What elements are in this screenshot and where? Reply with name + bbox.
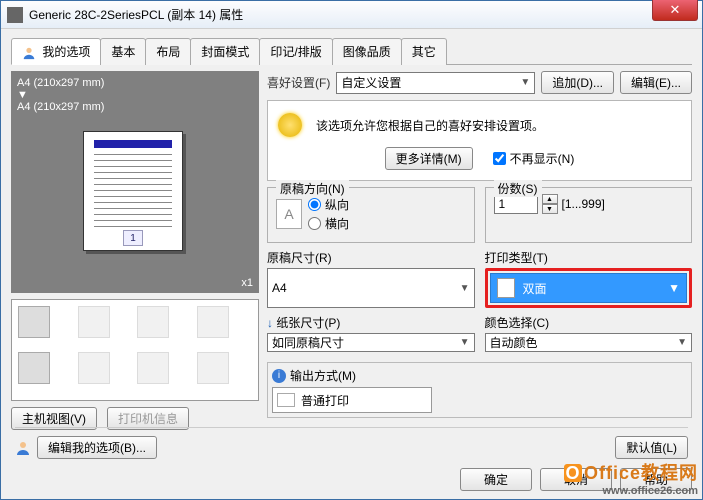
orientation-icon: A bbox=[276, 199, 302, 229]
feature-icon[interactable] bbox=[18, 352, 50, 384]
add-button[interactable]: 追加(D)... bbox=[541, 71, 614, 94]
landscape-radio[interactable]: 横向 bbox=[308, 215, 349, 232]
orientation-label: 原稿方向(N) bbox=[276, 180, 349, 197]
tab-image-quality[interactable]: 图像品质 bbox=[332, 38, 402, 65]
chevron-down-icon: ▼ bbox=[460, 283, 470, 294]
tip-text: 该选项允许您根据自己的喜好安排设置项。 bbox=[316, 117, 544, 134]
tab-bar: 我的选项 基本 布局 封面模式 印记/排版 图像品质 其它 bbox=[11, 37, 692, 65]
feature-icon-panel bbox=[11, 299, 259, 401]
dont-show-checkbox[interactable]: 不再显示(N) bbox=[493, 150, 575, 167]
copies-label: 份数(S) bbox=[494, 180, 542, 197]
settings-column: 喜好设置(F) 自定义设置 ▼ 追加(D)... 编辑(E)... 该选项允许您… bbox=[267, 71, 692, 430]
preview-scale: x1 bbox=[241, 277, 253, 289]
copies-input[interactable] bbox=[494, 194, 538, 214]
output-panel: i 输出方式(M) 普通打印 bbox=[267, 362, 692, 418]
preview-page: 1 bbox=[83, 131, 183, 251]
chevron-down-icon: ▼ bbox=[677, 337, 687, 348]
paper-size-label: ↓ 纸张尺寸(P) bbox=[267, 314, 475, 331]
output-select[interactable]: 普通打印 bbox=[272, 387, 432, 413]
chevron-down-icon: ▼ bbox=[460, 337, 470, 348]
ok-button[interactable]: 确定 bbox=[460, 468, 532, 491]
feature-icon[interactable] bbox=[18, 306, 50, 338]
info-icon: i bbox=[272, 369, 286, 383]
preview-size-from: A4 (210x297 mm) bbox=[17, 77, 253, 89]
copies-fieldset: 份数(S) ▲▼ [1...999] bbox=[485, 187, 693, 243]
more-details-button[interactable]: 更多详情(M) bbox=[385, 147, 473, 170]
print-type-select[interactable]: 双面 ▼ bbox=[490, 273, 688, 303]
feature-icon[interactable] bbox=[197, 352, 229, 384]
chevron-down-icon: ▼ bbox=[668, 281, 680, 295]
close-button[interactable]: ✕ bbox=[652, 0, 698, 21]
copies-range: [1...999] bbox=[562, 197, 605, 211]
watermark: OOffice教程网 www.office26.com bbox=[564, 459, 698, 497]
prefs-label: 喜好设置(F) bbox=[267, 74, 330, 91]
close-icon: ✕ bbox=[670, 2, 681, 18]
spin-down-icon[interactable]: ▼ bbox=[542, 204, 558, 214]
window-title: Generic 28C-2SeriesPCL (副本 14) 属性 bbox=[29, 6, 243, 23]
edit-button[interactable]: 编辑(E)... bbox=[620, 71, 692, 94]
tab-cover-mode[interactable]: 封面模式 bbox=[190, 38, 260, 65]
tab-layout[interactable]: 布局 bbox=[145, 38, 191, 65]
chevron-down-icon: ▼ bbox=[520, 77, 530, 88]
preview-page-number: 1 bbox=[123, 230, 143, 246]
tab-other[interactable]: 其它 bbox=[401, 38, 447, 65]
titlebar: Generic 28C-2SeriesPCL (副本 14) 属性 ✕ bbox=[1, 1, 702, 29]
original-size-select[interactable]: A4 ▼ bbox=[267, 268, 475, 308]
person-icon bbox=[15, 440, 31, 456]
feature-icon[interactable] bbox=[137, 306, 169, 338]
annotation-highlight: 双面 ▼ bbox=[485, 268, 693, 308]
dialog-action-row: 编辑我的选项(B)... 默认值(L) bbox=[15, 427, 688, 459]
spin-up-icon[interactable]: ▲ bbox=[542, 194, 558, 204]
feature-icon[interactable] bbox=[137, 352, 169, 384]
edit-my-options-button[interactable]: 编辑我的选项(B)... bbox=[37, 436, 157, 459]
dont-show-input[interactable] bbox=[493, 152, 506, 165]
lightbulb-icon bbox=[278, 113, 302, 137]
color-label: 颜色选择(C) bbox=[485, 314, 693, 331]
preview-box: A4 (210x297 mm) ▼ A4 (210x297 mm) 1 x1 bbox=[11, 71, 259, 293]
preview-size-to: A4 (210x297 mm) bbox=[17, 101, 253, 113]
dialog-window: Generic 28C-2SeriesPCL (副本 14) 属性 ✕ 我的选项… bbox=[0, 0, 703, 500]
portrait-radio[interactable]: 纵向 bbox=[308, 196, 349, 213]
duplex-icon bbox=[497, 278, 515, 298]
defaults-button[interactable]: 默认值(L) bbox=[615, 436, 688, 459]
tab-my-options[interactable]: 我的选项 bbox=[11, 38, 101, 65]
prefs-select[interactable]: 自定义设置 ▼ bbox=[336, 72, 535, 94]
tab-stamp[interactable]: 印记/排版 bbox=[259, 38, 332, 65]
print-type-label: 打印类型(T) bbox=[485, 249, 693, 266]
feature-icon[interactable] bbox=[197, 306, 229, 338]
paper-size-select[interactable]: 如同原稿尺寸 ▼ bbox=[267, 333, 475, 352]
output-label: 输出方式(M) bbox=[290, 367, 356, 384]
original-size-label: 原稿尺寸(R) bbox=[267, 249, 475, 266]
orientation-fieldset: 原稿方向(N) A 纵向 横向 bbox=[267, 187, 475, 243]
tab-basic[interactable]: 基本 bbox=[100, 38, 146, 65]
preview-arrow-icon: ▼ bbox=[17, 89, 253, 101]
printer-small-icon bbox=[277, 393, 295, 407]
feature-icon[interactable] bbox=[78, 352, 110, 384]
feature-icon[interactable] bbox=[78, 306, 110, 338]
tip-box: 该选项允许您根据自己的喜好安排设置项。 更多详情(M) 不再显示(N) bbox=[267, 100, 692, 181]
watermark-icon: O bbox=[564, 464, 582, 482]
printer-icon bbox=[7, 7, 23, 23]
content-area: 我的选项 基本 布局 封面模式 印记/排版 图像品质 其它 A4 (210x29… bbox=[1, 29, 702, 430]
preview-column: A4 (210x297 mm) ▼ A4 (210x297 mm) 1 x1 bbox=[11, 71, 259, 430]
color-select[interactable]: 自动颜色 ▼ bbox=[485, 333, 693, 352]
person-icon bbox=[22, 46, 36, 60]
copies-spinner[interactable]: ▲▼ bbox=[542, 194, 558, 214]
